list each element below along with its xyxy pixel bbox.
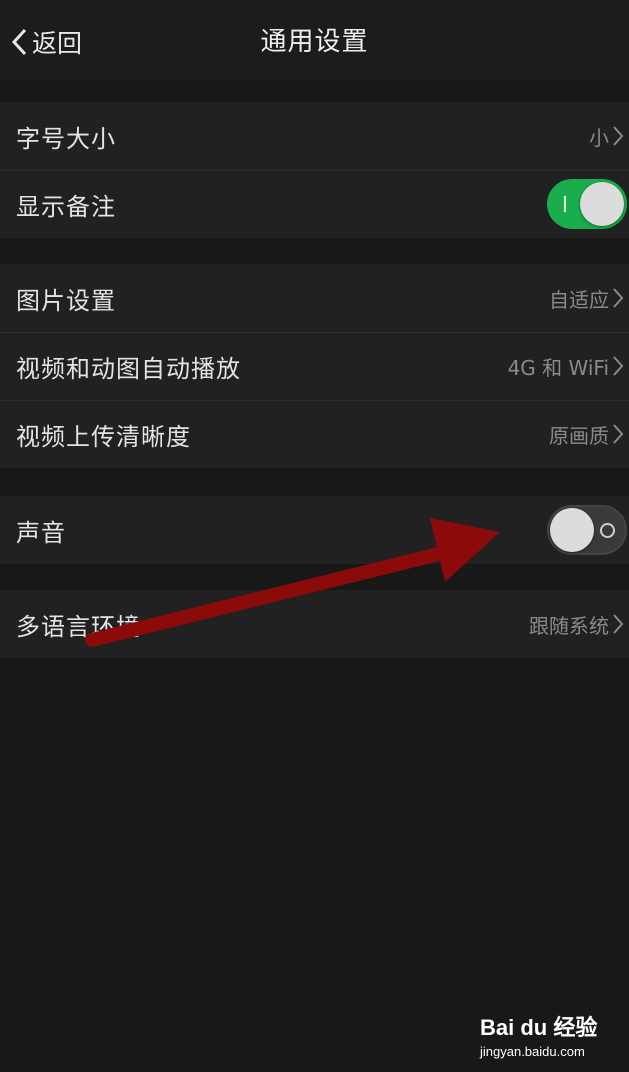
settings-group-display: 字号大小 小 显示备注 xyxy=(0,102,629,238)
settings-group-language: 多语言环境 跟随系统 xyxy=(0,590,629,658)
chevron-right-icon xyxy=(613,356,624,376)
video-upload-quality-label: 视频上传清晰度 xyxy=(16,422,191,451)
autoplay-label: 视频和动图自动播放 xyxy=(16,354,241,383)
page-title: 通用设置 xyxy=(260,27,369,57)
image-settings-value: 自适应 xyxy=(549,287,609,312)
font-size-row[interactable]: 字号大小 小 xyxy=(0,102,629,170)
toggle-knob xyxy=(550,508,594,552)
chevron-right-icon xyxy=(613,126,624,146)
language-label: 多语言环境 xyxy=(16,612,141,641)
toggle-knob xyxy=(580,182,624,226)
chevron-right-icon xyxy=(613,424,624,444)
show-remark-row: 显示备注 xyxy=(0,170,629,238)
settings-group-media: 图片设置 自适应 视频和动图自动播放 4G 和 WiFi 视频上传清晰度 原画质 xyxy=(0,264,629,468)
image-settings-row[interactable]: 图片设置 自适应 xyxy=(0,264,629,332)
language-value: 跟随系统 xyxy=(529,613,609,638)
sound-label: 声音 xyxy=(16,518,66,547)
chevron-right-icon xyxy=(613,288,624,308)
autoplay-value: 4G 和 WiFi xyxy=(507,355,609,380)
show-remark-label: 显示备注 xyxy=(16,192,116,221)
autoplay-row[interactable]: 视频和动图自动播放 4G 和 WiFi xyxy=(0,332,629,400)
font-size-label: 字号大小 xyxy=(16,124,116,153)
video-upload-quality-value: 原画质 xyxy=(549,423,609,448)
watermark-brand: Bai du 经验 xyxy=(480,1015,598,1040)
language-row[interactable]: 多语言环境 跟随系统 xyxy=(0,590,629,658)
sound-toggle[interactable] xyxy=(547,505,627,555)
sound-row: 声音 xyxy=(0,496,629,564)
baidu-jingyan-watermark: Bai du 经验 jingyan.baidu.com xyxy=(480,1010,620,1066)
watermark-url: jingyan.baidu.com xyxy=(480,1044,585,1059)
video-upload-quality-row[interactable]: 视频上传清晰度 原画质 xyxy=(0,400,629,468)
font-size-value: 小 xyxy=(589,125,609,150)
chevron-right-icon xyxy=(613,614,624,634)
settings-group-sound: 声音 xyxy=(0,496,629,564)
toggle-off-mark xyxy=(600,523,615,538)
show-remark-toggle[interactable] xyxy=(547,179,627,229)
navigation-bar: 返回 通用设置 xyxy=(0,0,629,80)
toggle-on-mark xyxy=(564,196,566,212)
image-settings-label: 图片设置 xyxy=(16,286,116,315)
